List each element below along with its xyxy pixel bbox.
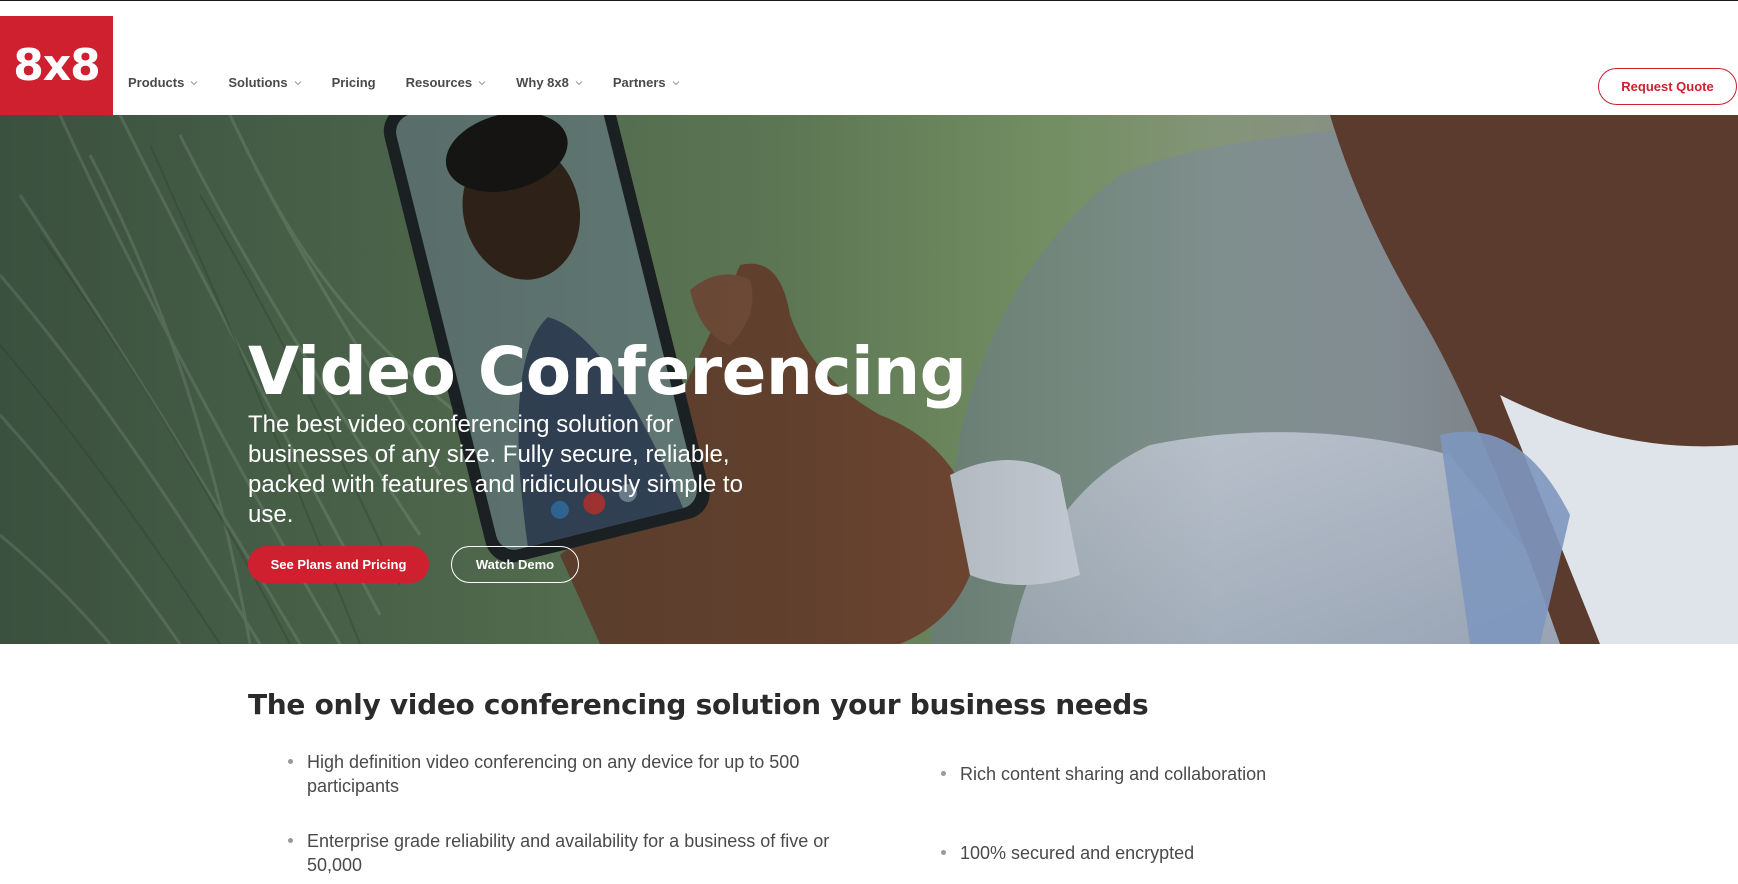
feature-item: Enterprise grade reliability and availab… — [288, 829, 847, 877]
feature-text: Rich content sharing and collaboration — [960, 764, 1267, 784]
brand-logo[interactable]: 8x8 — [0, 16, 113, 115]
hero-subtitle: The best video conferencing solution for… — [248, 411, 743, 528]
watch-demo-button[interactable]: Watch Demo — [451, 546, 579, 583]
feature-text: Enterprise grade reliability and availab… — [307, 831, 830, 875]
feature-text: High definition video conferencing on an… — [307, 752, 800, 796]
chevron-down-icon — [478, 79, 486, 87]
features-title: The only video conferencing solution you… — [248, 688, 1149, 721]
nav-label: Pricing — [331, 75, 376, 90]
site-header: 8x8 Products Solutions Pricing Resources… — [0, 1, 1738, 115]
nav-label: Solutions — [228, 75, 288, 90]
feature-item: 100% secured and encrypted — [941, 841, 1560, 865]
logo-text: 8x8 — [13, 40, 101, 91]
see-plans-and-pricing-button[interactable]: See Plans and Pricing — [248, 546, 429, 583]
nav-label: Products — [128, 75, 185, 90]
bullet-icon — [288, 759, 293, 764]
feature-text: 100% secured and encrypted — [960, 843, 1195, 863]
chevron-down-icon — [672, 79, 680, 87]
nav-item-solutions[interactable]: Solutions — [228, 75, 301, 90]
feature-item: High definition video conferencing on an… — [288, 750, 847, 798]
nav-item-products[interactable]: Products — [128, 75, 198, 90]
nav-item-pricing[interactable]: Pricing — [332, 75, 376, 90]
main-nav: Products Solutions Pricing Resources Why… — [128, 75, 710, 90]
bullet-icon — [941, 850, 946, 855]
chevron-down-icon — [190, 79, 198, 87]
bullet-icon — [941, 771, 946, 776]
nav-item-why-8x8[interactable]: Why 8x8 — [516, 75, 583, 90]
chevron-down-icon — [294, 79, 302, 87]
request-quote-button[interactable]: Request Quote — [1598, 68, 1737, 105]
hero-title: Video Conferencing — [248, 333, 967, 410]
nav-label: Resources — [405, 75, 473, 90]
bullet-icon — [288, 838, 293, 843]
nav-item-partners[interactable]: Partners — [613, 75, 680, 90]
chevron-down-icon — [575, 79, 583, 87]
feature-item: Rich content sharing and collaboration — [941, 762, 1560, 786]
nav-label: Why 8x8 — [516, 75, 569, 90]
hero-banner: Video Conferencing The best video confer… — [0, 115, 1738, 644]
nav-label: Partners — [612, 75, 666, 90]
nav-item-resources[interactable]: Resources — [406, 75, 486, 90]
